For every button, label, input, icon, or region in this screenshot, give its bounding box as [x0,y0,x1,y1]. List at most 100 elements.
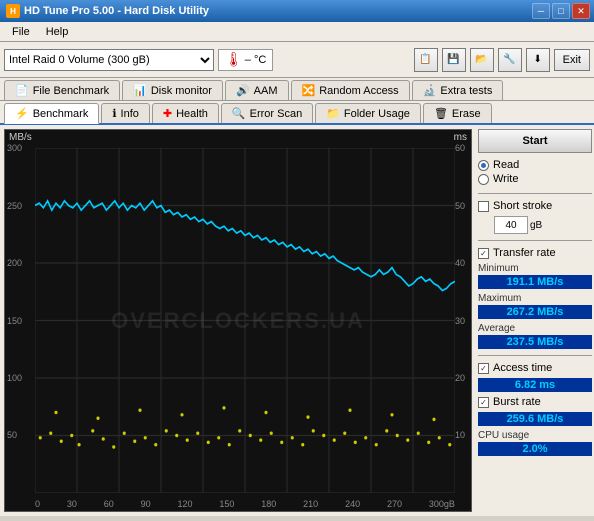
short-stroke-checkbox-row[interactable]: Short stroke [478,200,592,212]
minimize-button[interactable]: ─ [532,3,550,19]
x-label-300: 300gB [429,499,455,509]
menu-file[interactable]: File [4,24,38,40]
y-axis-right: 60 50 40 30 20 10 [455,148,471,493]
burst-rate-stat: 259.6 MB/s [478,412,592,426]
burst-rate-checkbox[interactable]: ✓ [478,397,489,408]
tab-aam[interactable]: 🔊 AAM [225,80,289,100]
menu-bar: File Help [0,22,594,42]
outer-tab-bar: 📄 File Benchmark 📊 Disk monitor 🔊 AAM 🔀 … [0,78,594,101]
transfer-rate-checkbox-row[interactable]: ✓ Transfer rate [478,247,592,259]
read-radio[interactable]: Read [478,159,592,171]
access-time-stat: 6.82 ms [478,378,592,392]
main-content: MB/s ms OVERCLOCKERS.UA 300 250 200 150 … [0,125,594,516]
maximum-stat: Maximum 267.2 MB/s [478,293,592,319]
y-label-150: 150 [7,316,22,326]
tab-random-access[interactable]: 🔀 Random Access [291,80,410,100]
y-right-label-50: 50 [455,201,465,211]
short-stroke-label: Short stroke [493,200,552,212]
disk-monitor-icon: 📊 [133,84,147,97]
toolbar-btn-2[interactable]: 💾 [442,48,466,72]
short-stroke-checkbox[interactable] [478,201,489,212]
error-scan-icon: 🔍 [232,107,246,120]
exit-button[interactable]: Exit [554,49,590,71]
extra-tests-icon: 🔬 [423,84,437,97]
random-access-icon: 🔀 [302,84,316,97]
toolbar-btn-1[interactable]: 📋 [414,48,438,72]
tab-error-scan[interactable]: 🔍 Error Scan [221,103,313,123]
health-icon: ✚ [163,107,172,120]
cpu-usage-label: CPU usage [478,430,592,441]
toolbar-btn-3[interactable]: 📂 [470,48,494,72]
tab-erase[interactable]: 🗑 Erase [423,103,492,123]
y-right-label-10: 10 [455,430,465,440]
side-panel: Start Read Write Short stroke gB [476,125,594,516]
menu-help[interactable]: Help [38,24,77,40]
benchmark-icon: ⚡ [15,107,29,120]
temperature-display: 🌡 – °C [218,49,273,71]
gb-input[interactable] [494,216,528,234]
access-time-label: Access time [493,362,552,374]
aam-icon: 🔊 [236,84,250,97]
x-label-150: 150 [219,499,234,509]
x-label-210: 210 [303,499,318,509]
x-label-30: 30 [67,499,77,509]
maximum-label: Maximum [478,293,592,304]
window-controls: ─ □ ✕ [532,3,590,19]
write-radio-indicator [478,174,489,185]
inner-tab-bar: ⚡ Benchmark ℹ Info ✚ Health 🔍 Error Scan… [0,101,594,125]
tab-disk-monitor[interactable]: 📊 Disk monitor [122,80,223,100]
tab-health[interactable]: ✚ Health [152,103,219,123]
read-write-radio-group: Read Write [478,157,592,187]
info-icon: ℹ [112,107,116,120]
start-button[interactable]: Start [478,129,592,153]
access-time-checkbox-row[interactable]: ✓ Access time [478,362,592,374]
close-button[interactable]: ✕ [572,3,590,19]
tab-folder-usage[interactable]: 📁 Folder Usage [315,103,421,123]
tab-file-benchmark[interactable]: 📄 File Benchmark [4,80,120,100]
y-label-100: 100 [7,373,22,383]
y-label-250: 250 [7,201,22,211]
tab-extra-tests[interactable]: 🔬 Extra tests [412,80,504,100]
minimum-stat: Minimum 191.1 MB/s [478,263,592,289]
transfer-rate-label: Transfer rate [493,247,556,259]
y-axis-left: 300 250 200 150 100 50 [7,148,35,493]
burst-rate-label: Burst rate [493,396,541,408]
x-label-120: 120 [178,499,193,509]
y-right-label-60: 60 [455,143,465,153]
toolbar-btn-5[interactable]: ⬇ [526,48,550,72]
tab-benchmark[interactable]: ⚡ Benchmark [4,103,99,124]
maximize-button[interactable]: □ [552,3,570,19]
gb-spinner-row: gB [494,216,592,234]
maximum-value: 267.2 MB/s [478,305,592,319]
benchmark-chart: MB/s ms OVERCLOCKERS.UA 300 250 200 150 … [4,129,472,512]
transfer-rate-checkbox[interactable]: ✓ [478,248,489,259]
chart-y-right-label: ms [454,132,467,143]
average-value: 237.5 MB/s [478,335,592,349]
divider-3 [478,355,592,356]
divider-2 [478,240,592,241]
burst-rate-checkbox-row[interactable]: ✓ Burst rate [478,396,592,408]
cpu-usage-stat: CPU usage 2.0% [478,430,592,456]
title-bar: H HD Tune Pro 5.00 - Hard Disk Utility ─… [0,0,594,22]
temperature-value: – °C [245,54,267,66]
toolbar-btn-4[interactable]: 🔧 [498,48,522,72]
app-title: HD Tune Pro 5.00 - Hard Disk Utility [24,5,209,17]
x-label-180: 180 [261,499,276,509]
erase-icon: 🗑 [434,107,448,120]
app-icon: H [6,4,20,18]
write-radio[interactable]: Write [478,173,592,185]
x-label-60: 60 [104,499,114,509]
title-bar-content: H HD Tune Pro 5.00 - Hard Disk Utility [6,4,209,18]
access-time-value: 6.82 ms [478,378,592,392]
thermometer-icon: 🌡 [225,51,243,68]
drive-selector[interactable]: Intel Raid 0 Volume (300 gB) [4,49,214,71]
write-label: Write [493,173,518,185]
average-stat: Average 237.5 MB/s [478,323,592,349]
x-label-240: 240 [345,499,360,509]
gb-unit: gB [530,220,542,231]
burst-rate-value: 259.6 MB/s [478,412,592,426]
read-radio-indicator [478,160,489,171]
tab-info[interactable]: ℹ Info [101,103,150,123]
access-time-checkbox[interactable]: ✓ [478,363,489,374]
y-label-300: 300 [7,143,22,153]
